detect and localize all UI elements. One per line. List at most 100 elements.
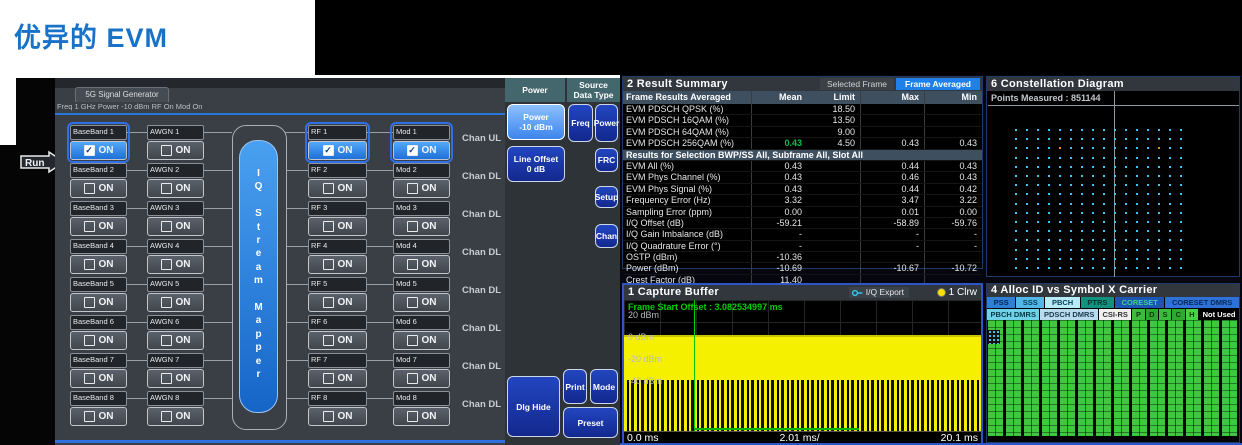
mod-block-title[interactable]: Mod 1 (393, 125, 450, 140)
awgn-block-title[interactable]: AWGN 1 (147, 125, 204, 140)
rf-block-on-toggle[interactable]: ON (308, 331, 367, 350)
baseband-block-title[interactable]: BaseBand 4 (70, 239, 127, 254)
rf-block-title[interactable]: RF 8 (308, 391, 367, 406)
mod-block-on-toggle[interactable]: ON (393, 179, 450, 198)
rf-block-title[interactable]: RF 4 (308, 239, 367, 254)
tab-5g-signal-generator[interactable]: 5G Signal Generator (75, 87, 169, 102)
mod-block-on-toggle[interactable]: ON (393, 217, 450, 236)
baseband-block-on-toggle[interactable]: ON (70, 293, 127, 312)
cell-max: - (861, 229, 925, 239)
rf-block-title[interactable]: RF 6 (308, 315, 367, 330)
mod-block-title[interactable]: Mod 3 (393, 201, 450, 216)
baseband-block-title[interactable]: BaseBand 5 (70, 277, 127, 292)
mod-block-on-toggle[interactable]: ✓ON (393, 141, 450, 160)
awgn-block-on-toggle[interactable]: ON (147, 141, 204, 160)
iq-export-button[interactable]: I/Q Export (849, 287, 909, 298)
line-offset-button[interactable]: Line Offset 0 dB (507, 146, 565, 182)
baseband-block-on-toggle[interactable]: ON (70, 407, 127, 426)
frame-start-marker[interactable] (694, 300, 695, 431)
mod-block-title[interactable]: Mod 5 (393, 277, 450, 292)
awgn-block-title[interactable]: AWGN 5 (147, 277, 204, 292)
awgn-block-on-label: ON (176, 259, 191, 270)
rf-block-on-label: ON (338, 335, 353, 346)
constellation-title: 6 Constellation Diagram (987, 77, 1239, 91)
rf-block-on-label: ON (338, 411, 353, 422)
mod-block-title[interactable]: Mod 8 (393, 391, 450, 406)
tab-frame-averaged[interactable]: Frame Averaged (896, 78, 980, 90)
mod-block-on-toggle[interactable]: ON (393, 331, 450, 350)
mod-block-title[interactable]: Mod 7 (393, 353, 450, 368)
print-button[interactable]: Print (563, 369, 587, 404)
mod-block-on-toggle[interactable]: ON (393, 407, 450, 426)
baseband-block-on-toggle[interactable]: ON (70, 255, 127, 274)
awgn-block-on-toggle[interactable]: ON (147, 293, 204, 312)
baseband-block-on-toggle[interactable]: ON (70, 179, 127, 198)
baseband-block: BaseBand 2ON (70, 163, 127, 198)
dlg-hide-button[interactable]: Dlg Hide (507, 376, 560, 437)
connector-line (285, 208, 308, 209)
constellation-point (1059, 129, 1061, 131)
awgn-block-on-toggle[interactable]: ON (147, 407, 204, 426)
freq-button[interactable]: Freq (568, 104, 593, 142)
softkey-power-button[interactable]: Power (595, 104, 618, 142)
softkey-setup-button[interactable]: Setup (595, 186, 618, 208)
rf-block-title[interactable]: RF 3 (308, 201, 367, 216)
baseband-block-title[interactable]: BaseBand 2 (70, 163, 127, 178)
rf-block-on-toggle[interactable]: ON (308, 369, 367, 388)
awgn-block-title[interactable]: AWGN 3 (147, 201, 204, 216)
awgn-block-on-toggle[interactable]: ON (147, 369, 204, 388)
constellation-point (1048, 230, 1050, 232)
awgn-block-on-toggle[interactable]: ON (147, 179, 204, 198)
baseband-block-title[interactable]: BaseBand 1 (70, 125, 127, 140)
constellation-point (1136, 239, 1138, 241)
baseband-block-on-toggle[interactable]: ON (70, 369, 127, 388)
tab-selected-frame[interactable]: Selected Frame (820, 78, 894, 90)
awgn-block-on-toggle[interactable]: ON (147, 217, 204, 236)
rf-block-title[interactable]: RF 7 (308, 353, 367, 368)
mod-block-on-toggle[interactable]: ON (393, 255, 450, 274)
mode-button[interactable]: Mode (590, 369, 618, 404)
mod-block-title[interactable]: Mod 4 (393, 239, 450, 254)
awgn-block-on-toggle[interactable]: ON (147, 331, 204, 350)
baseband-block-on-toggle[interactable]: ON (70, 217, 127, 236)
mod-block-title[interactable]: Mod 2 (393, 163, 450, 178)
rf-block-title[interactable]: RF 2 (308, 163, 367, 178)
rf-block-on-toggle[interactable]: ON (308, 217, 367, 236)
rf-block-on-toggle[interactable]: ✓ON (308, 141, 367, 160)
awgn-block-title[interactable]: AWGN 2 (147, 163, 204, 178)
rf-block-checkbox-icon (323, 183, 334, 194)
awgn-block-checkbox-icon (161, 373, 172, 384)
rf-block-title[interactable]: RF 1 (308, 125, 367, 140)
constellation-point (1059, 230, 1061, 232)
baseband-block-title[interactable]: BaseBand 7 (70, 353, 127, 368)
softkey-frc-button[interactable]: FRC (595, 148, 618, 172)
iq-stream-mapper-block[interactable]: I Q S t r e a m M a p p e r (239, 140, 278, 413)
rf-block-on-toggle[interactable]: ON (308, 255, 367, 274)
power-level-button[interactable]: Power -10 dBm (507, 104, 565, 140)
constellation-point (1103, 249, 1105, 251)
baseband-block-title[interactable]: BaseBand 8 (70, 391, 127, 406)
baseband-block-on-toggle[interactable]: ✓ON (70, 141, 127, 160)
mod-block-on-toggle[interactable]: ON (393, 293, 450, 312)
constellation-point (1026, 175, 1028, 177)
awgn-block-title[interactable]: AWGN 7 (147, 353, 204, 368)
constellation-point (1169, 175, 1171, 177)
preset-button[interactable]: Preset (563, 407, 618, 438)
baseband-block-on-toggle[interactable]: ON (70, 331, 127, 350)
rf-block-on-toggle[interactable]: ON (308, 293, 367, 312)
rf-block-on-toggle[interactable]: ON (308, 407, 367, 426)
baseband-block-title[interactable]: BaseBand 6 (70, 315, 127, 330)
baseband-block-title[interactable]: BaseBand 3 (70, 201, 127, 216)
mod-block-on-toggle[interactable]: ON (393, 369, 450, 388)
constellation-point (1180, 230, 1182, 232)
awgn-block-title[interactable]: AWGN 6 (147, 315, 204, 330)
awgn-block-title[interactable]: AWGN 8 (147, 391, 204, 406)
rf-block-title[interactable]: RF 5 (308, 277, 367, 292)
awgn-block-on-label: ON (176, 411, 191, 422)
trace-badge[interactable]: 1 Clrw (937, 286, 977, 299)
softkey-chan-button[interactable]: Chan (595, 224, 618, 248)
awgn-block-title[interactable]: AWGN 4 (147, 239, 204, 254)
awgn-block-on-toggle[interactable]: ON (147, 255, 204, 274)
mod-block-title[interactable]: Mod 6 (393, 315, 450, 330)
rf-block-on-toggle[interactable]: ON (308, 179, 367, 198)
